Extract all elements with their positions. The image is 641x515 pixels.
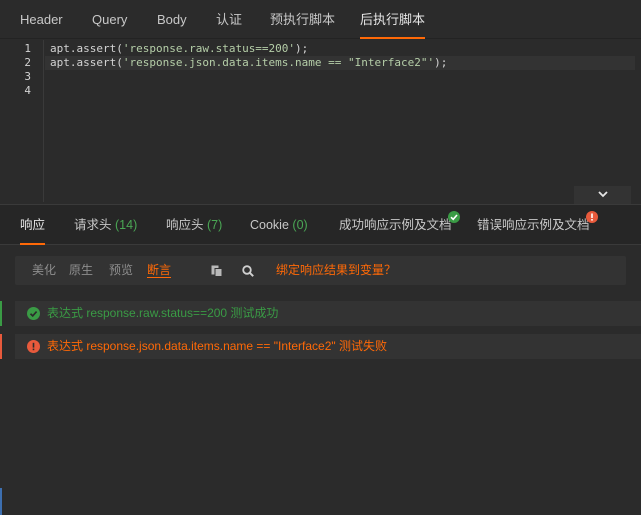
tab-header[interactable]: Header <box>20 0 63 39</box>
code-editor[interactable]: 1 2 3 4 apt.assert('response.raw.status=… <box>0 40 641 202</box>
tab-cookie[interactable]: Cookie (0) <box>250 205 308 245</box>
code-text: ); <box>295 42 309 55</box>
search-icon[interactable] <box>241 264 255 278</box>
tab-pre-script[interactable]: 预执行脚本 <box>270 0 335 39</box>
exclamation-circle-icon <box>27 340 40 353</box>
chevron-down-icon <box>597 191 608 198</box>
response-toolbar: 美化 原生 预览 断言 绑定响应结果到变量？ <box>15 256 626 285</box>
collapse-button[interactable] <box>574 186 631 204</box>
success-edge <box>0 301 2 326</box>
check-circle-icon <box>448 211 460 223</box>
line-gutter: 1 2 3 4 <box>0 40 44 202</box>
tab-auth[interactable]: 认证 <box>216 0 242 39</box>
tab-label: Cookie <box>250 218 289 232</box>
result-text: 表达式 response.raw.status==200 测试成功 <box>47 306 279 320</box>
line-number: 1 <box>24 42 31 55</box>
tab-response-headers[interactable]: 响应头 (7) <box>166 205 222 245</box>
view-preview[interactable]: 预览 <box>109 256 133 285</box>
app-root: Header Query Body 认证 预执行脚本 后执行脚本 1 2 3 4… <box>0 0 641 515</box>
tab-count: (7) <box>207 218 223 232</box>
code-text: apt.assert( <box>50 42 123 55</box>
code-text: apt.assert( <box>50 56 123 69</box>
view-assert[interactable]: 断言 <box>147 256 172 285</box>
window-edge <box>0 488 2 515</box>
tab-label: 响应 <box>20 218 46 232</box>
view-raw[interactable]: 原生 <box>69 256 93 285</box>
result-text: 表达式 response.json.data.items.name == "In… <box>47 339 387 353</box>
code-text: ); <box>434 56 448 69</box>
script-tabs: Header Query Body 认证 预执行脚本 后执行脚本 <box>0 0 641 39</box>
tab-label: 请求头 <box>74 218 112 232</box>
tab-request-headers[interactable]: 请求头 (14) <box>74 205 137 245</box>
exclamation-circle-icon <box>586 211 598 223</box>
line-number: 2 <box>24 56 31 69</box>
copy-icon[interactable] <box>210 264 224 278</box>
tab-body[interactable]: Body <box>157 0 187 39</box>
tab-label: 成功响应示例及文档 <box>339 218 452 232</box>
bind-response-variable-link[interactable]: 绑定响应结果到变量？ <box>276 256 396 285</box>
code-string: 'response.raw.status==200' <box>122 42 296 55</box>
line-number: 3 <box>24 70 31 83</box>
failure-edge <box>0 334 2 359</box>
code-string: 'response.json.data.items.name == "Inter… <box>122 56 435 69</box>
tab-response[interactable]: 响应 <box>20 205 46 245</box>
tab-label: 响应头 <box>166 218 204 232</box>
tab-error-examples[interactable]: 错误响应示例及文档 <box>477 205 590 245</box>
code-line-1[interactable]: apt.assert('response.raw.status==200'); <box>50 42 308 56</box>
code-line-2[interactable]: apt.assert('response.json.data.items.nam… <box>45 56 635 70</box>
tab-success-examples[interactable]: 成功响应示例及文档 <box>339 205 452 245</box>
tab-post-script[interactable]: 后执行脚本 <box>360 0 426 39</box>
response-tabs: 响应 请求头 (14) 响应头 (7) Cookie (0) 成功响应示例及文档… <box>0 204 641 245</box>
assert-result-success: 表达式 response.raw.status==200 测试成功 <box>15 301 641 326</box>
assert-result-failure: 表达式 response.json.data.items.name == "In… <box>15 334 641 359</box>
tab-count: (0) <box>292 218 308 232</box>
view-beautify[interactable]: 美化 <box>32 256 56 285</box>
check-circle-icon <box>27 307 40 320</box>
tab-count: (14) <box>115 218 138 232</box>
tab-query[interactable]: Query <box>92 0 127 39</box>
line-number: 4 <box>24 84 31 97</box>
view-assert-label: 断言 <box>147 263 172 278</box>
tab-label: 错误响应示例及文档 <box>477 218 590 232</box>
